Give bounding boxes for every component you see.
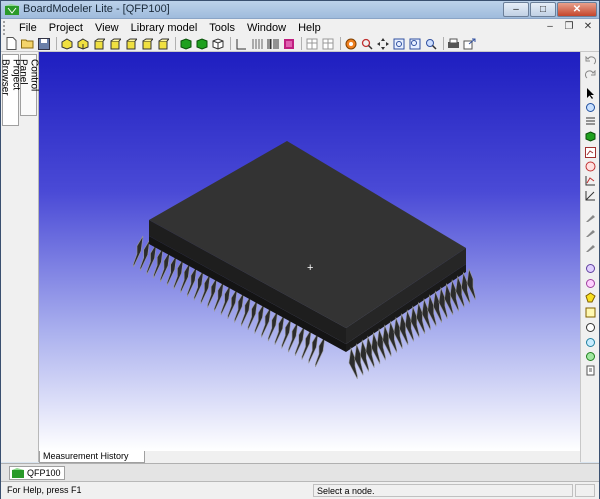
caption-buttons: – □ ✕ bbox=[502, 2, 597, 18]
mdi-close-button[interactable]: ✕ bbox=[581, 20, 595, 34]
grid-lines-icon[interactable] bbox=[250, 37, 263, 50]
menu-library-model[interactable]: Library model bbox=[125, 20, 204, 36]
view-bottom-icon[interactable] bbox=[76, 37, 89, 50]
section-icon[interactable] bbox=[584, 116, 596, 127]
zoom-icon[interactable] bbox=[424, 37, 437, 50]
toolbar-separator bbox=[301, 37, 302, 50]
table-icon[interactable] bbox=[305, 37, 318, 50]
menu-project[interactable]: Project bbox=[43, 20, 89, 36]
refresh-icon[interactable] bbox=[584, 322, 596, 333]
mdi-restore-button[interactable]: ❐ bbox=[562, 20, 576, 34]
main-toolbar bbox=[1, 36, 599, 52]
wireframe-icon[interactable] bbox=[211, 37, 224, 50]
status-indicator bbox=[575, 484, 595, 497]
toolbar-separator bbox=[230, 37, 231, 50]
document-icon bbox=[12, 468, 24, 478]
toolbar-separator bbox=[340, 37, 341, 50]
barcode-icon[interactable] bbox=[266, 37, 279, 50]
export-icon[interactable] bbox=[463, 37, 476, 50]
document-tab-qfp100[interactable]: QFP100 bbox=[9, 466, 65, 480]
axis-icon[interactable] bbox=[234, 37, 247, 50]
menu-view[interactable]: View bbox=[89, 20, 125, 36]
graph-icon[interactable] bbox=[584, 175, 596, 186]
probe-icon[interactable] bbox=[584, 190, 596, 201]
print-icon[interactable] bbox=[447, 37, 460, 50]
select-arrow-icon[interactable] bbox=[584, 88, 596, 99]
measure-icon[interactable] bbox=[344, 37, 357, 50]
minimize-button[interactable]: – bbox=[503, 2, 529, 17]
mdi-buttons: – ❐ ✕ bbox=[538, 20, 595, 34]
app-logo-icon bbox=[5, 4, 19, 15]
tab-project-browser[interactable]: Project Browser bbox=[0, 54, 22, 126]
view-iso-icon[interactable] bbox=[156, 37, 169, 50]
document-tab-label: QFP100 bbox=[27, 468, 61, 478]
title-bar[interactable]: BoardModeler Lite - [QFP100] – □ ✕ bbox=[1, 1, 599, 19]
redo-icon[interactable] bbox=[584, 69, 596, 80]
document-tab-strip: QFP100 bbox=[1, 463, 599, 481]
toolbar-separator bbox=[175, 37, 176, 50]
menu-bar: File Project View Library model Tools Wi… bbox=[1, 19, 599, 36]
status-message: Select a node. bbox=[313, 484, 573, 497]
undo-icon[interactable] bbox=[584, 55, 596, 66]
rotate-icon[interactable] bbox=[584, 102, 596, 113]
toolbar-separator bbox=[56, 37, 57, 50]
tag-icon[interactable] bbox=[584, 263, 596, 274]
probe3-icon[interactable] bbox=[584, 227, 596, 238]
menu-window[interactable]: Window bbox=[241, 20, 292, 36]
qfp-package-model: + bbox=[133, 141, 476, 380]
status-help-text: For Help, press F1 bbox=[7, 485, 82, 495]
zoom-window-icon[interactable] bbox=[408, 37, 421, 50]
menu-file[interactable]: File bbox=[13, 20, 43, 36]
color-icon[interactable] bbox=[584, 351, 596, 362]
menu-help[interactable]: Help bbox=[292, 20, 327, 36]
move-icon[interactable] bbox=[376, 37, 389, 50]
note-icon[interactable] bbox=[584, 292, 596, 303]
tab-control-panel[interactable]: Control Panel bbox=[18, 54, 40, 116]
3d-viewport[interactable]: + bbox=[39, 52, 580, 451]
view-cube-icon[interactable] bbox=[584, 131, 596, 142]
toolbar-separator bbox=[443, 37, 444, 50]
right-toolbar bbox=[580, 52, 599, 462]
tab-measurement-history[interactable]: Measurement History Panel bbox=[39, 451, 145, 472]
maximize-button[interactable]: □ bbox=[530, 2, 556, 17]
package-pin bbox=[133, 235, 144, 268]
menu-tools[interactable]: Tools bbox=[203, 20, 241, 36]
zoom-fit-icon[interactable] bbox=[392, 37, 405, 50]
color-map-icon[interactable] bbox=[282, 37, 295, 50]
view-top-icon[interactable] bbox=[60, 37, 73, 50]
left-panel: Project Browser Control Panel bbox=[0, 52, 40, 462]
mdi-minimize-button[interactable]: – bbox=[543, 20, 557, 34]
zoom-in-icon[interactable] bbox=[584, 337, 596, 348]
shade-green-icon[interactable] bbox=[195, 37, 208, 50]
status-bar: For Help, press F1 Select a node. bbox=[1, 481, 599, 499]
view-left-icon[interactable] bbox=[124, 37, 137, 50]
view-back-icon[interactable] bbox=[108, 37, 121, 50]
close-button[interactable]: ✕ bbox=[557, 2, 597, 17]
measurement-panel-strip: Measurement History Panel bbox=[39, 451, 580, 472]
layers-icon[interactable] bbox=[584, 161, 596, 172]
table2-icon[interactable] bbox=[321, 37, 334, 50]
new-file-icon[interactable] bbox=[5, 37, 18, 50]
save-icon[interactable] bbox=[37, 37, 50, 50]
clipboard-icon[interactable] bbox=[584, 365, 596, 376]
find-icon[interactable] bbox=[360, 37, 373, 50]
probe2-icon[interactable] bbox=[584, 212, 596, 223]
viewport-crosshair: + bbox=[307, 262, 313, 274]
menu-grip[interactable] bbox=[3, 20, 13, 35]
view-right-icon[interactable] bbox=[140, 37, 153, 50]
attach-icon[interactable] bbox=[584, 242, 596, 253]
rotate-part-icon[interactable] bbox=[584, 307, 596, 318]
app-window: BoardModeler Lite - [QFP100] – □ ✕ File … bbox=[0, 0, 600, 499]
open-folder-icon[interactable] bbox=[21, 37, 34, 50]
shade-solid-icon[interactable] bbox=[179, 37, 192, 50]
window-title: BoardModeler Lite - [QFP100] bbox=[23, 3, 170, 15]
highlight-icon[interactable] bbox=[584, 278, 596, 289]
chart-icon[interactable] bbox=[584, 147, 596, 158]
view-front-icon[interactable] bbox=[92, 37, 105, 50]
